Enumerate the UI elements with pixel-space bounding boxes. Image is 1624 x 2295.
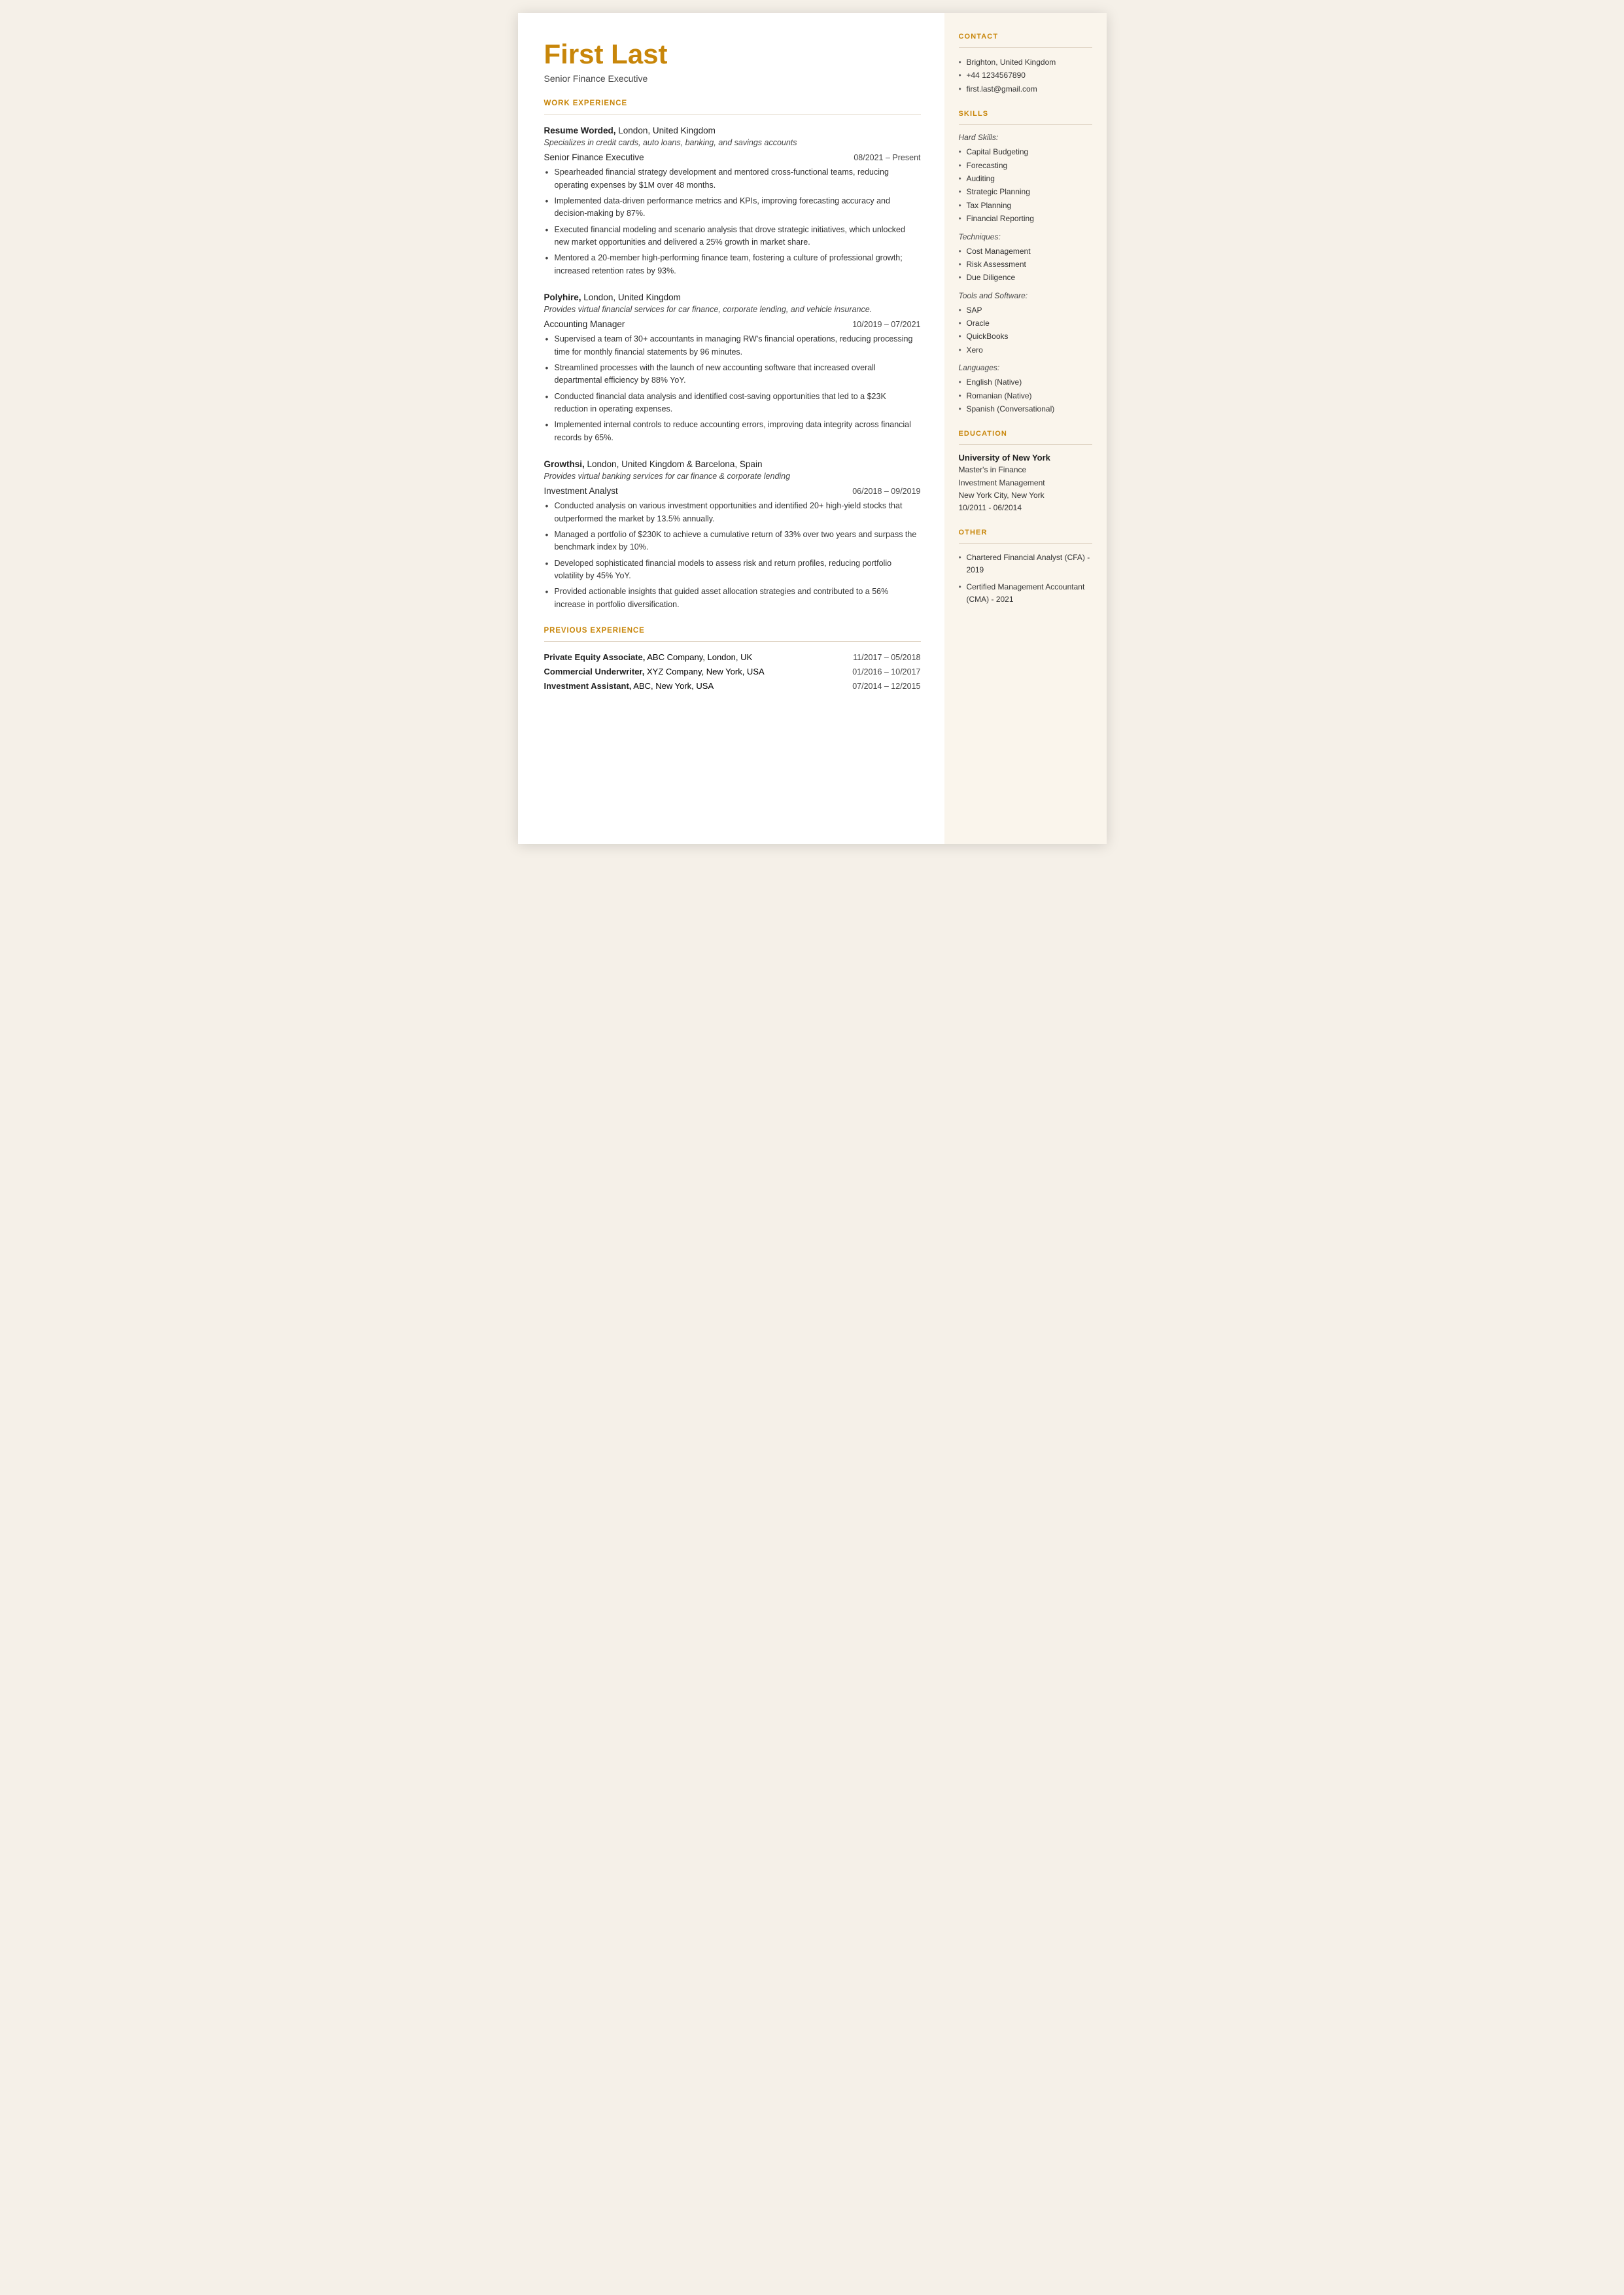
other-cma: Certified Management Accountant (CMA) - … <box>959 581 1092 606</box>
skill-oracle: Oracle <box>959 317 1092 330</box>
bullet-2-3: Conducted financial data analysis and id… <box>545 391 921 416</box>
skill-risk-assessment: Risk Assessment <box>959 258 1092 271</box>
prev-job-2-rest: XYZ Company, New York, USA <box>644 667 764 676</box>
edu-field: Investment Management <box>959 477 1092 489</box>
education-divider <box>959 444 1092 445</box>
skill-cost-management: Cost Management <box>959 245 1092 258</box>
edu-location: New York City, New York <box>959 489 1092 502</box>
bullet-1-1: Spearheaded financial strategy developme… <box>545 166 921 192</box>
other-divider <box>959 543 1092 544</box>
other-cfa: Chartered Financial Analyst (CFA) - 2019 <box>959 552 1092 576</box>
contact-divider <box>959 47 1092 48</box>
previous-experience-divider <box>544 641 921 642</box>
prev-job-2-dates: 01/2016 – 10/2017 <box>852 667 920 676</box>
company-desc-3: Provides virtual banking services for ca… <box>544 472 921 481</box>
company-name-2: Polyhire, London, United Kingdom <box>544 292 921 304</box>
role-row-2: Accounting Manager 10/2019 – 07/2021 <box>544 319 921 329</box>
role-row-3: Investment Analyst 06/2018 – 09/2019 <box>544 486 921 496</box>
skills-divider <box>959 124 1092 125</box>
skill-quickbooks: QuickBooks <box>959 330 1092 343</box>
prev-job-2: Commercial Underwriter, XYZ Company, New… <box>544 667 921 676</box>
education-block-1: University of New York Master's in Finan… <box>959 453 1092 514</box>
company-name-3: Growthsi, London, United Kingdom & Barce… <box>544 459 921 470</box>
name-section: First Last Senior Finance Executive <box>544 39 921 84</box>
skill-auditing: Auditing <box>959 172 1092 185</box>
techniques-label: Techniques: <box>959 232 1092 241</box>
prev-job-1: Private Equity Associate, ABC Company, L… <box>544 652 921 662</box>
job-block-1: Resume Worded, London, United Kingdom Sp… <box>544 125 921 277</box>
bullet-1-2: Implemented data-driven performance metr… <box>545 195 921 220</box>
bullet-list-3: Conducted analysis on various investment… <box>545 500 921 611</box>
role-dates-2: 10/2019 – 07/2021 <box>852 320 920 329</box>
bullet-3-1: Conducted analysis on various investment… <box>545 500 921 525</box>
education-heading: EDUCATION <box>959 430 1092 438</box>
bullet-list-2: Supervised a team of 30+ accountants in … <box>545 333 921 444</box>
languages-label: Languages: <box>959 363 1092 372</box>
skill-sap: SAP <box>959 304 1092 317</box>
other-heading: OTHER <box>959 529 1092 536</box>
prev-job-1-rest: ABC Company, London, UK <box>645 652 752 662</box>
role-dates-1: 08/2021 – Present <box>854 153 920 162</box>
prev-job-3-bold: Investment Assistant, <box>544 681 632 691</box>
resume-container: First Last Senior Finance Executive WORK… <box>518 13 1107 844</box>
contact-email: first.last@gmail.com <box>959 82 1092 96</box>
prev-job-1-dates: 11/2017 – 05/2018 <box>853 653 920 662</box>
skill-spanish: Spanish (Conversational) <box>959 402 1092 415</box>
edu-dates: 10/2011 - 06/2014 <box>959 502 1092 514</box>
role-row-1: Senior Finance Executive 08/2021 – Prese… <box>544 152 921 162</box>
right-column: CONTACT Brighton, United Kingdom +44 123… <box>944 13 1107 844</box>
skill-romanian: Romanian (Native) <box>959 389 1092 402</box>
bullet-1-4: Mentored a 20-member high-performing fin… <box>545 252 921 277</box>
skill-strategic-planning: Strategic Planning <box>959 185 1092 198</box>
contact-heading: CONTACT <box>959 33 1092 41</box>
previous-jobs-list: Private Equity Associate, ABC Company, L… <box>544 652 921 691</box>
edu-university: University of New York <box>959 453 1092 463</box>
candidate-name: First Last <box>544 39 921 69</box>
skill-tax-planning: Tax Planning <box>959 199 1092 212</box>
skill-forecasting: Forecasting <box>959 159 1092 172</box>
contact-location: Brighton, United Kingdom <box>959 56 1092 69</box>
role-dates-3: 06/2018 – 09/2019 <box>852 487 920 496</box>
bullet-2-1: Supervised a team of 30+ accountants in … <box>545 333 921 359</box>
tools-label: Tools and Software: <box>959 291 1092 300</box>
candidate-title: Senior Finance Executive <box>544 73 921 84</box>
previous-experience-heading: PREVIOUS EXPERIENCE <box>544 627 921 635</box>
left-column: First Last Senior Finance Executive WORK… <box>518 13 944 844</box>
company-desc-2: Provides virtual financial services for … <box>544 305 921 314</box>
skills-heading: SKILLS <box>959 110 1092 118</box>
company-name-1: Resume Worded, London, United Kingdom <box>544 125 921 137</box>
work-experience-heading: WORK EXPERIENCE <box>544 99 921 107</box>
hard-skills-label: Hard Skills: <box>959 133 1092 142</box>
skill-financial-reporting: Financial Reporting <box>959 212 1092 225</box>
bullet-2-2: Streamlined processes with the launch of… <box>545 362 921 387</box>
skill-due-diligence: Due Diligence <box>959 271 1092 284</box>
bullet-list-1: Spearheaded financial strategy developme… <box>545 166 921 277</box>
bullet-3-2: Managed a portfolio of $230K to achieve … <box>545 529 921 554</box>
role-title-2: Accounting Manager <box>544 319 625 329</box>
edu-degree: Master's in Finance <box>959 464 1092 476</box>
prev-job-3: Investment Assistant, ABC, New York, USA… <box>544 681 921 691</box>
prev-job-2-bold: Commercial Underwriter, <box>544 667 645 676</box>
skill-capital-budgeting: Capital Budgeting <box>959 145 1092 158</box>
contact-phone: +44 1234567890 <box>959 69 1092 82</box>
bullet-2-4: Implemented internal controls to reduce … <box>545 419 921 444</box>
bullet-3-3: Developed sophisticated financial models… <box>545 557 921 583</box>
role-title-1: Senior Finance Executive <box>544 152 644 162</box>
job-block-3: Growthsi, London, United Kingdom & Barce… <box>544 459 921 611</box>
prev-job-1-bold: Private Equity Associate, <box>544 652 646 662</box>
job-block-2: Polyhire, London, United Kingdom Provide… <box>544 292 921 444</box>
role-title-3: Investment Analyst <box>544 486 618 496</box>
skill-english: English (Native) <box>959 376 1092 389</box>
skill-xero: Xero <box>959 343 1092 357</box>
company-desc-1: Specializes in credit cards, auto loans,… <box>544 138 921 147</box>
prev-job-3-dates: 07/2014 – 12/2015 <box>852 682 920 691</box>
bullet-1-3: Executed financial modeling and scenario… <box>545 224 921 249</box>
prev-job-3-rest: ABC, New York, USA <box>631 681 714 691</box>
bullet-3-4: Provided actionable insights that guided… <box>545 586 921 611</box>
